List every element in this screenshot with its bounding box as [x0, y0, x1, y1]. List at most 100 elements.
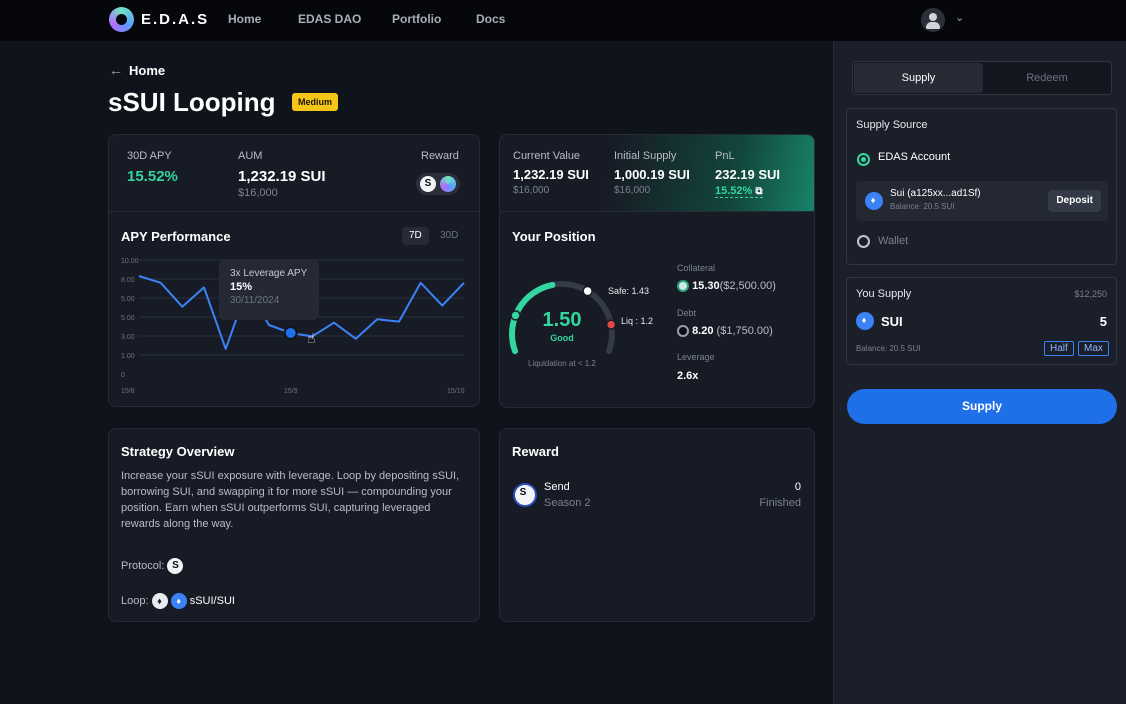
health-marker — [510, 310, 521, 321]
initial-supply-usd: $16,000 — [614, 185, 651, 196]
protocol-row: Protocol: — [121, 558, 184, 574]
pnl-value: 232.19 SUI — [715, 167, 781, 182]
collateral-usd: ($2,500.00) — [719, 280, 776, 292]
send-token-icon — [420, 176, 436, 192]
strategy-overview-card: Strategy Overview Increase your sSUI exp… — [108, 428, 480, 622]
apy-label: 30D APY — [127, 150, 172, 162]
reward-label: Reward — [421, 150, 459, 162]
debt-amount: 8.20 — [692, 325, 714, 337]
initial-supply-value: 1,000.19 SUI — [614, 167, 690, 182]
edas-account-label[interactable]: EDAS Account — [878, 151, 950, 163]
x-tick-label: 15/9 — [284, 388, 298, 395]
back-label: Home — [129, 63, 166, 78]
pnl-label: PnL — [715, 150, 735, 162]
back-link[interactable]: ← Home — [109, 62, 165, 78]
range-30d-button[interactable]: 30D — [433, 227, 465, 245]
debt-token-icon — [677, 325, 689, 338]
you-supply-label: You Supply — [856, 288, 912, 300]
sui-token-icon — [170, 593, 187, 609]
supply-panel: Supply Redeem Supply Source EDAS Account… — [833, 41, 1126, 704]
debt-usd: ($1,750.00) — [716, 325, 773, 337]
collateral-label: Collateral — [677, 263, 716, 273]
you-supply-usd: $12,250 — [1074, 289, 1107, 299]
pnl-percent[interactable]: 15.52% ⧉ — [715, 185, 763, 198]
y-tick-label: 3.00 — [121, 334, 135, 341]
reward-card: Reward Send Season 2 0 Finished — [499, 428, 815, 622]
liq-marker — [605, 319, 617, 330]
edas-token-icon — [440, 176, 456, 192]
arrow-left-icon: ← — [109, 62, 123, 78]
sui-account-icon — [865, 192, 883, 210]
debt-label: Debt — [677, 308, 697, 318]
supply-submit-button[interactable]: Supply — [847, 389, 1117, 424]
edas-logo-icon[interactable] — [109, 7, 134, 32]
reward-count: 0 — [794, 481, 801, 493]
nav-link-portfolio[interactable]: Portfolio — [392, 12, 441, 26]
supply-amount-input[interactable]: 5 — [1100, 314, 1107, 329]
safe-label: Safe: 1.43 — [608, 286, 650, 296]
range-7d-button[interactable]: 7D — [402, 227, 429, 245]
panel-tabs: Supply Redeem — [852, 61, 1112, 95]
account-row: Sui (a125xx...ad1Sf) Balance: 20.5 SUI D… — [856, 181, 1108, 221]
apy-chart-title: APY Performance — [121, 229, 231, 244]
supply-token-icon — [856, 312, 874, 330]
page-title: sSUI Looping — [108, 87, 276, 117]
loop-label: Loop: — [121, 594, 149, 607]
half-button[interactable]: Half — [1044, 341, 1074, 356]
y-tick-label: 0 — [121, 372, 125, 379]
deposit-button[interactable]: Deposit — [1048, 190, 1101, 212]
supply-source-box: Supply Source EDAS Account Sui (a125xx..… — [846, 108, 1117, 265]
current-usd: $16,000 — [513, 185, 550, 196]
radio-wallet[interactable] — [857, 235, 870, 248]
apy-value: 15.52% — [127, 168, 178, 185]
current-value: 1,232.19 SUI — [513, 167, 589, 182]
collateral-row: 15.30($2,500.00) — [677, 280, 776, 293]
wallet-label[interactable]: Wallet — [878, 235, 908, 247]
reward-card-title: Reward — [512, 444, 559, 459]
y-tick-label: 5.00 — [121, 315, 135, 322]
supply-balance: Balance: 20.5 SUI — [856, 344, 921, 353]
nav-link-home[interactable]: Home — [228, 12, 261, 26]
loop-pair: sSUI/SUI — [189, 594, 235, 607]
send-reward-icon — [513, 483, 537, 507]
collateral-token-icon — [677, 280, 689, 293]
leverage-label: Leverage — [677, 352, 715, 362]
radio-edas-account[interactable] — [857, 153, 870, 166]
debt-row: 8.20 ($1,750.00) — [677, 325, 773, 338]
leverage-value: 2.6x — [677, 370, 699, 382]
your-position-title: Your Position — [512, 229, 596, 244]
nav-link-edas-dao[interactable]: EDAS DAO — [298, 12, 361, 26]
tooltip-label: 3x Leverage APY — [230, 268, 308, 279]
reward-season: Season 2 — [544, 497, 591, 509]
brand-name[interactable]: E.D.A.S — [141, 11, 209, 28]
y-tick-label: 1.00 — [121, 353, 135, 360]
external-link-icon[interactable]: ⧉ — [755, 186, 762, 197]
x-tick-label: 15/10 — [447, 388, 465, 395]
health-status: Good — [550, 333, 574, 343]
y-tick-label: 8.00 — [121, 277, 135, 284]
max-button[interactable]: Max — [1078, 341, 1109, 356]
current-value-label: Current Value — [513, 150, 581, 162]
pnl-percent-text: 15.52% — [715, 185, 753, 197]
tab-redeem[interactable]: Redeem — [983, 63, 1111, 93]
nav-link-docs[interactable]: Docs — [476, 12, 505, 26]
your-position-card: Your Position 1.50 Good Safe: 1.43 Liq :… — [499, 211, 815, 408]
reward-name: Send — [544, 481, 570, 493]
collateral-amount: 15.30 — [692, 280, 720, 292]
reward-status: Finished — [759, 497, 801, 509]
user-avatar[interactable] — [921, 8, 945, 32]
stats-card: 30D APY 15.52% AUM 1,232.19 SUI $16,000 … — [108, 134, 480, 212]
pointer-cursor-icon: ☝ — [307, 330, 316, 346]
supply-token[interactable]: SUI — [881, 314, 903, 329]
tooltip-date: 30/11/2024 — [230, 295, 280, 306]
highlight-point[interactable] — [283, 325, 298, 340]
tab-supply[interactable]: Supply — [854, 63, 983, 93]
y-tick-label: 10.00 — [121, 258, 139, 265]
account-name: Sui (a125xx...ad1Sf) — [890, 188, 981, 199]
aum-label: AUM — [238, 150, 263, 162]
aum-usd: $16,000 — [238, 187, 278, 199]
supply-source-title: Supply Source — [856, 119, 928, 131]
protocol-label: Protocol: — [121, 559, 165, 572]
safe-marker — [582, 285, 593, 297]
chevron-down-icon[interactable]: ⌄ — [955, 11, 964, 24]
